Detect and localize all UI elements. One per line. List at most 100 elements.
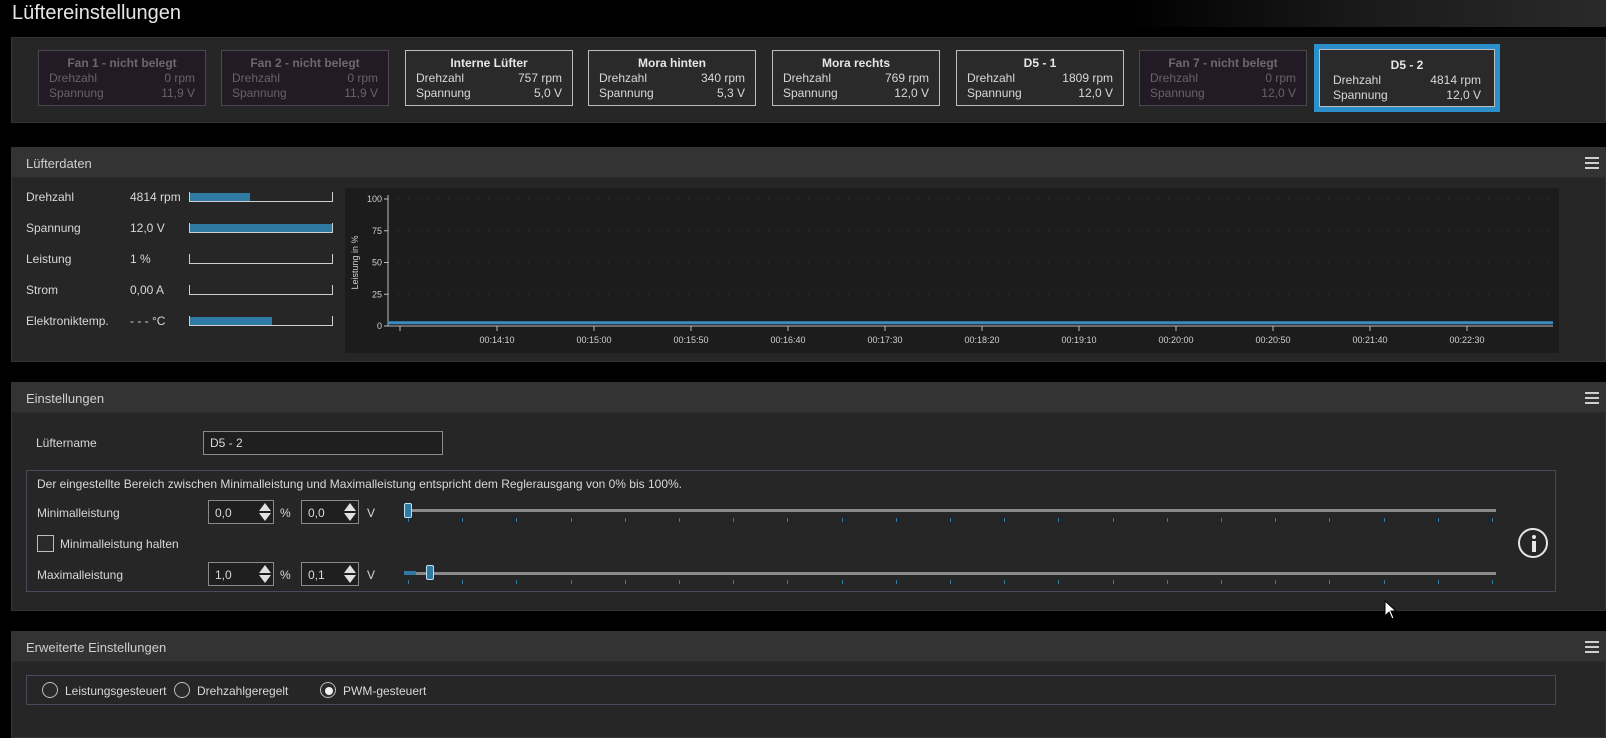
range-note: Der eingestellte Bereich zwischen Minima… [37, 477, 682, 491]
slider-tick [841, 518, 843, 522]
fan-card-volt: 5,3 V [716, 86, 745, 100]
slider-tick [1275, 518, 1277, 522]
min-power-slider[interactable] [404, 509, 1496, 512]
y-tick-label: 25 [372, 289, 382, 299]
max-power-slider[interactable] [404, 572, 1496, 575]
max-slider-thumb[interactable] [425, 565, 434, 580]
data-row-bar [189, 316, 333, 326]
hold-min-label: Minimalleistung halten [60, 537, 179, 551]
fan-card-volt: 12,0 V [1078, 86, 1113, 100]
x-tick-label: 00:14:10 [479, 335, 514, 345]
min-power-label: Minimalleistung [37, 506, 120, 520]
max-slider-fill [404, 571, 416, 575]
slider-tick [1329, 518, 1331, 522]
spin-down-icon[interactable] [344, 513, 356, 521]
max-percent-value: 1,0 [215, 568, 232, 582]
fan-card-rpm: 4814 rpm [1430, 73, 1481, 87]
page-title: Lüftereinstellungen [12, 2, 182, 24]
x-tick-label: 00:17:30 [867, 335, 902, 345]
fan-card-name: D5 - 2 [1390, 58, 1424, 72]
mode-label: Leistungsgesteuert [65, 684, 167, 698]
slider-tick [679, 580, 680, 584]
fan-card[interactable]: D5 - 1 Drehzahl 1809 rpm Spannung 12,0 V [956, 50, 1124, 106]
power-chart: 100 75 50 25 0 Leistung in % 00:14:10 00:15:00 0… [345, 188, 1559, 353]
slider-tick [950, 518, 951, 522]
spin-down-icon[interactable] [259, 513, 271, 521]
fan-card-rpm: 0 rpm [347, 71, 378, 85]
slider-tick [1166, 518, 1168, 522]
slider-tick [1437, 580, 1439, 584]
fan-card[interactable]: Fan 1 - nicht belegt Drehzahl 0 rpm Spannun… [38, 50, 206, 106]
fan-card[interactable]: D5 - 2 Drehzahl 4814 rpm Spannung 12,0 V [1314, 44, 1500, 112]
slider-tick [787, 580, 789, 584]
max-volt-spinner[interactable]: 0,1 [301, 562, 359, 586]
fan-card-name: Fan 1 - nicht belegt [67, 56, 177, 70]
title-bar [0, 0, 1606, 27]
slider-tick [570, 580, 572, 584]
slider-tick [1275, 580, 1277, 584]
hold-min-checkbox[interactable] [37, 535, 54, 552]
y-tick-label: 75 [372, 226, 382, 236]
max-percent-spinner[interactable]: 1,0 [208, 562, 274, 586]
fan-card-volt: 12,0 V [1446, 88, 1481, 102]
slider-tick [462, 518, 464, 522]
spin-down-icon[interactable] [344, 575, 356, 583]
settings-header: Einstellungen [12, 383, 1605, 413]
spin-down-icon[interactable] [259, 575, 271, 583]
x-tick-label: 00:20:50 [1255, 335, 1290, 345]
min-percent-spinner[interactable]: 0,0 [208, 500, 274, 524]
data-row-bar [189, 192, 333, 202]
slider-tick [733, 580, 735, 584]
slider-tick [1166, 580, 1168, 584]
y-tick-label: 100 [367, 194, 382, 204]
max-volt-unit: V [367, 568, 376, 582]
fan-card-volt-label: Spannung [416, 86, 471, 100]
fan-card-rpm-label: Drehzahl [232, 71, 281, 85]
menu-icon[interactable] [1585, 641, 1599, 653]
slider-tick [1329, 580, 1331, 584]
fan-card-rpm-label: Drehzahl [783, 71, 832, 85]
spin-up-icon[interactable] [344, 565, 356, 573]
data-row-bar [189, 254, 333, 264]
fan-card-volt-label: Spannung [1150, 86, 1205, 100]
slider-tick [787, 518, 789, 522]
spin-up-icon[interactable] [259, 503, 271, 511]
min-volt-spinner[interactable]: 0,0 [301, 500, 359, 524]
fan-card-rpm-label: Drehzahl [599, 71, 648, 85]
data-row-value: - - - °C [130, 314, 166, 328]
data-row-value: 0,00 A [130, 283, 165, 297]
slider-tick [462, 580, 464, 584]
mode-radio[interactable] [42, 682, 58, 698]
fan-card[interactable]: Fan 2 - nicht belegt Drehzahl 0 rpm Spannun… [221, 50, 389, 106]
spin-up-icon[interactable] [344, 503, 356, 511]
slider-tick [733, 518, 735, 522]
menu-icon[interactable] [1585, 157, 1599, 169]
min-volt-value: 0,0 [308, 506, 325, 520]
slider-tick [408, 580, 409, 584]
y-tick-label: 0 [377, 321, 382, 331]
fan-card-name: D5 - 1 [1023, 56, 1057, 70]
x-tick-label: 00:15:50 [673, 335, 708, 345]
fan-card-volt: 11,9 V [344, 86, 378, 100]
mode-radio[interactable] [320, 682, 336, 698]
fan-card[interactable]: Mora hinten Drehzahl 340 rpm Spannung 5,3 V [588, 50, 756, 106]
min-slider-thumb[interactable] [404, 503, 412, 518]
fan-card[interactable]: Fan 7 - nicht belegt Drehzahl 0 rpm Spannun… [1139, 50, 1307, 106]
fan-name-input[interactable]: D5 - 2 [203, 431, 443, 455]
info-icon[interactable] [1518, 528, 1548, 558]
data-row-label: Elektroniktemp. [26, 314, 109, 328]
mode-radio[interactable] [174, 682, 190, 698]
fan-card-volt: 12,0 V [894, 86, 929, 100]
menu-icon[interactable] [1585, 392, 1599, 404]
slider-tick [679, 518, 680, 522]
slider-tick [1112, 518, 1114, 522]
max-power-label: Maximalleistung [37, 568, 124, 582]
fan-card[interactable]: Interne Lüfter Drehzahl 757 rpm Spannung 5,0… [405, 50, 573, 106]
fan-card-volt-label: Spannung [1333, 88, 1388, 102]
spin-up-icon[interactable] [259, 565, 271, 573]
fan-card[interactable]: Mora rechts Drehzahl 769 rpm Spannung 12,0 V [772, 50, 940, 106]
slider-tick [1383, 580, 1385, 584]
fan-card-rpm: 0 rpm [164, 71, 195, 85]
mode-label: PWM-gesteuert [343, 684, 427, 698]
fan-card-name: Fan 2 - nicht belegt [250, 56, 360, 70]
